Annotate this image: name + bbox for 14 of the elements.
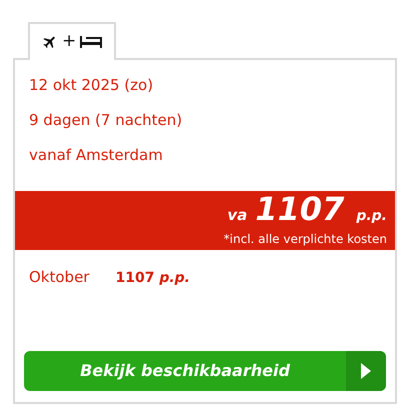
airplane-icon (42, 34, 58, 50)
month-label: Oktober (29, 267, 90, 288)
play-arrow-icon (361, 363, 371, 379)
price-unit: p.p. (356, 207, 387, 226)
trip-detail: 9 dagen (7 nachten) (29, 110, 184, 131)
trip-detail: 12 okt 2025 (zo) (29, 75, 154, 96)
price-amount: 1107 (255, 194, 344, 224)
bed-icon (80, 36, 102, 48)
month-price: 1107 p.p. (115, 269, 190, 288)
plus-sign: + (62, 30, 76, 54)
price-note: *incl. alle verplichte kosten (224, 231, 387, 247)
trip-detail: vanaf Amsterdam (29, 145, 164, 166)
price-prefix: va (227, 205, 248, 226)
tab[interactable]: + (28, 22, 116, 60)
